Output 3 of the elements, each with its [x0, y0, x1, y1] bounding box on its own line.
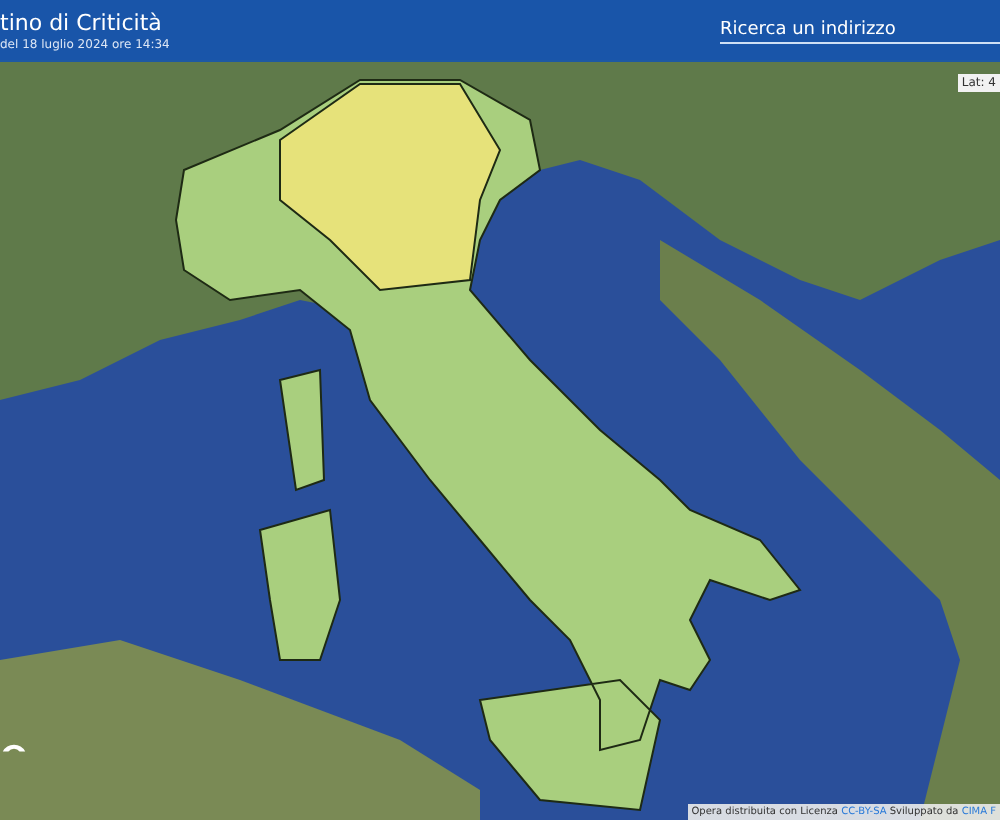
high-alert-zone[interactable] — [279, 83, 502, 292]
page-title: tino di Criticità — [0, 9, 164, 35]
address-search-field[interactable]: Ricerca un indirizzo — [720, 18, 1000, 44]
